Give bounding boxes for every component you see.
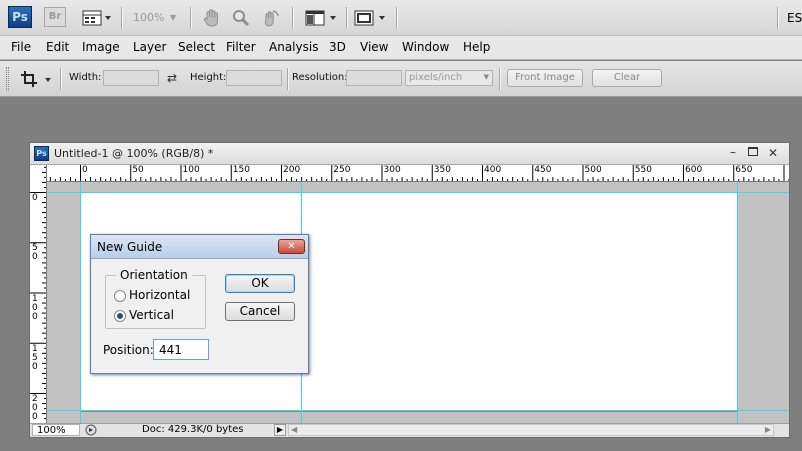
document-ps-icon: Ps — [34, 146, 49, 161]
horizontal-radio[interactable] — [114, 290, 126, 302]
application-bar: Ps Br 100% ▼ ES — [0, 0, 802, 36]
ruler-label: 650 — [735, 165, 753, 175]
ruler-label: 500 — [584, 165, 602, 175]
menu-view[interactable]: View — [360, 36, 388, 60]
ruler-label: 50 — [32, 243, 38, 263]
menu-file[interactable]: File — [11, 36, 31, 60]
ruler-label: 100 — [182, 165, 200, 175]
menu-select[interactable]: Select — [178, 36, 215, 60]
resolution-unit-select[interactable]: pixels/inch ▼ — [405, 70, 493, 86]
resolution-label: Resolution: — [292, 72, 348, 83]
dialog-title: New Guide — [97, 240, 163, 254]
width-field[interactable] — [103, 70, 159, 86]
ruler-label: 200 — [32, 394, 38, 422]
height-label: Height: — [190, 72, 227, 83]
menu-3d[interactable]: 3D — [329, 36, 346, 60]
ruler-label: 400 — [484, 165, 502, 175]
document-title: Untitled-1 @ 100% (RGB/8) * — [54, 147, 214, 160]
arrange-documents-icon[interactable] — [305, 9, 339, 30]
zoom-tool-icon[interactable] — [232, 9, 250, 30]
ruler-label: 0 — [82, 165, 88, 175]
ruler-label: 200 — [283, 165, 301, 175]
ruler-label: 150 — [232, 165, 250, 175]
launch-bridge-icon[interactable]: Br — [44, 7, 66, 27]
ruler-label: 150 — [32, 343, 38, 372]
options-grip[interactable] — [6, 67, 9, 91]
scroll-right-icon[interactable]: ▶ — [765, 425, 771, 434]
options-bar: Width: ⇄ Height: Resolution: pixels/inch… — [0, 61, 802, 97]
guide-horizontal[interactable] — [47, 192, 789, 193]
cancel-button[interactable]: Cancel — [225, 302, 295, 321]
minimize-icon[interactable]: – — [730, 145, 736, 159]
menu-filter[interactable]: Filter — [226, 36, 256, 60]
status-doc-info: Doc: 429.3K/0 bytes — [142, 424, 244, 435]
ruler-label: 450 — [534, 165, 552, 175]
position-label: Position: — [103, 343, 154, 357]
ruler-label: 0 — [32, 193, 38, 203]
status-arrow-icon[interactable]: ▶ — [274, 424, 286, 436]
status-zoom-field[interactable]: 100% — [32, 424, 80, 436]
width-label: Width: — [69, 72, 102, 83]
menu-edit[interactable]: Edit — [46, 36, 69, 60]
maximize-icon[interactable] — [748, 147, 758, 156]
screen-mode-icon[interactable] — [354, 9, 388, 30]
guide-horizontal[interactable] — [47, 410, 789, 411]
height-field[interactable] — [226, 70, 282, 86]
menu-image[interactable]: Image — [82, 36, 120, 60]
ruler-label: 300 — [383, 165, 401, 175]
horizontal-scrollbar[interactable]: ◀ ▶ — [288, 424, 774, 436]
orientation-label: Orientation — [116, 268, 192, 282]
document-title-bar[interactable]: Ps Untitled-1 @ 100% (RGB/8) * – ✕ — [30, 143, 789, 165]
guide-vertical[interactable] — [737, 182, 738, 423]
status-menu-icon[interactable] — [84, 424, 98, 436]
view-extras-icon[interactable] — [82, 9, 112, 27]
close-icon[interactable]: ✕ — [768, 146, 778, 160]
workspace-label[interactable]: ES — [787, 11, 802, 25]
swap-dimensions-icon[interactable]: ⇄ — [167, 71, 177, 85]
menu-window[interactable]: Window — [402, 36, 449, 60]
position-input[interactable]: 441 — [153, 339, 209, 360]
menu-help[interactable]: Help — [463, 36, 490, 60]
zoom-dropdown-icon[interactable]: ▼ — [170, 13, 176, 22]
dialog-title-bar[interactable]: New Guide ✕ — [91, 235, 308, 259]
crop-tool-icon[interactable] — [20, 70, 54, 91]
dialog-close-button[interactable]: ✕ — [278, 239, 305, 254]
vertical-radio[interactable] — [114, 310, 126, 322]
resolution-field[interactable] — [346, 70, 402, 86]
menu-analysis[interactable]: Analysis — [269, 36, 318, 60]
ruler-label: 250 — [333, 165, 351, 175]
front-image-button[interactable]: Front Image — [507, 69, 583, 87]
ruler-label: 100 — [32, 293, 38, 322]
scroll-left-icon[interactable]: ◀ — [291, 425, 297, 434]
new-guide-dialog: New Guide ✕ Orientation Horizontal Verti… — [90, 234, 309, 374]
hand-tool-icon[interactable] — [203, 8, 221, 31]
menu-layer[interactable]: Layer — [133, 36, 166, 60]
zoom-level[interactable]: 100% — [133, 11, 164, 24]
ruler-label: 350 — [433, 165, 451, 175]
ruler-label: 550 — [634, 165, 652, 175]
vertical-label[interactable]: Vertical — [129, 308, 174, 322]
horizontal-ruler[interactable]: 0 50 100 150 200 250 300 350 400 450 500 550 600 650 — [47, 165, 789, 182]
rotate-view-icon[interactable] — [261, 8, 281, 31]
horizontal-label[interactable]: Horizontal — [129, 288, 190, 302]
photoshop-logo: Ps — [8, 6, 32, 28]
clear-button[interactable]: Clear — [592, 69, 662, 87]
ok-button[interactable]: OK — [225, 274, 295, 293]
menu-bar: File Edit Image Layer Select Filter Anal… — [0, 36, 802, 60]
resolution-unit-value: pixels/inch — [409, 72, 463, 83]
chevron-down-icon: ▼ — [483, 73, 489, 81]
vertical-ruler[interactable]: 0 50 100 150 200 — [30, 165, 47, 423]
guide-vertical[interactable] — [80, 182, 81, 423]
ruler-label: 600 — [685, 165, 703, 175]
status-bar: 100% Doc: 429.3K/0 bytes ▶ ◀ ▶ — [30, 423, 789, 437]
ruler-label: 50 — [132, 165, 144, 175]
